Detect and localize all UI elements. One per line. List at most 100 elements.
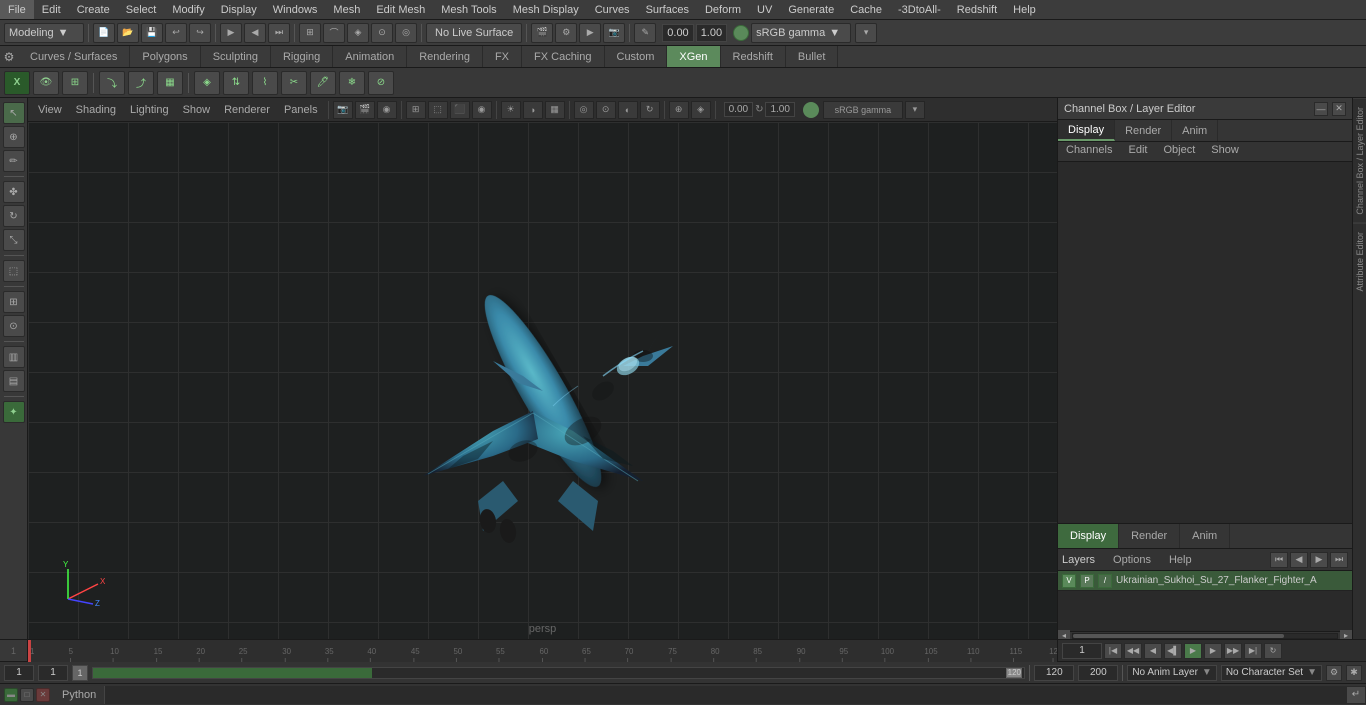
menu-select[interactable]: Select: [118, 0, 165, 19]
xgen-extra1[interactable]: ⊘: [368, 71, 394, 95]
vp-texture-btn[interactable]: ▦: [545, 101, 565, 119]
frame-start-input[interactable]: [4, 665, 34, 681]
win-close-btn[interactable]: ✕: [36, 688, 50, 702]
menu-generate[interactable]: Generate: [780, 0, 842, 19]
xgen-groom-btn[interactable]: ⇅: [223, 71, 249, 95]
menu-surfaces[interactable]: Surfaces: [638, 0, 697, 19]
tl-next-key-btn[interactable]: ▶▶: [1224, 643, 1242, 659]
tab-render[interactable]: Render: [1115, 120, 1172, 141]
menu-file[interactable]: File: [0, 0, 34, 19]
mode-dropdown[interactable]: Modeling ▼: [4, 23, 84, 43]
rotate-btn[interactable]: ↻: [3, 205, 25, 227]
tl-loop-btn[interactable]: ↻: [1264, 643, 1282, 659]
scroll-left-btn[interactable]: ◂: [1058, 630, 1070, 640]
layer-next-next-btn[interactable]: ⏭: [1330, 552, 1348, 568]
python-input[interactable]: [104, 686, 1346, 704]
new-scene-btn[interactable]: 📄: [93, 23, 115, 43]
scroll-track[interactable]: [1072, 633, 1338, 639]
ch-menu-show[interactable]: Show: [1203, 142, 1247, 161]
save-scene-btn[interactable]: 💾: [141, 23, 163, 43]
frame-marker-btn[interactable]: 1: [72, 665, 88, 681]
vp-depth-btn[interactable]: ⊙: [596, 101, 616, 119]
side-tab-channel-box[interactable]: Channel Box / Layer Editor: [1353, 98, 1366, 223]
menu-edit-mesh[interactable]: Edit Mesh: [368, 0, 433, 19]
menu-deform[interactable]: Deform: [697, 0, 749, 19]
vp-light-btn[interactable]: ☀: [501, 101, 521, 119]
vp-menu-lighting[interactable]: Lighting: [124, 102, 175, 118]
tl-prev-key-btn[interactable]: ◀◀: [1124, 643, 1142, 659]
vp-menu-show[interactable]: Show: [177, 102, 217, 118]
cb-close-btn[interactable]: ✕: [1332, 102, 1346, 116]
layer-p-btn-1[interactable]: P: [1080, 574, 1094, 588]
ch-menu-channels[interactable]: Channels: [1058, 142, 1120, 161]
tab-fx-caching[interactable]: FX Caching: [522, 46, 604, 67]
tab-fx[interactable]: FX: [483, 46, 522, 67]
tl-next-btn[interactable]: ▶: [1204, 643, 1222, 659]
side-tab-attr-editor[interactable]: Attribute Editor: [1353, 223, 1366, 300]
menu-redshift[interactable]: Redshift: [949, 0, 1005, 19]
layer2-btn[interactable]: ▤: [3, 370, 25, 392]
char-set-dropdown[interactable]: No Character Set ▼: [1221, 665, 1322, 681]
xgen-preview-btn[interactable]: ▦: [157, 71, 183, 95]
layer-vp-btn-1[interactable]: V: [1062, 574, 1076, 588]
menu-mesh-display[interactable]: Mesh Display: [505, 0, 587, 19]
layer1-btn[interactable]: ▥: [3, 346, 25, 368]
menu-edit[interactable]: Edit: [34, 0, 69, 19]
xgen-mask-btn[interactable]: ◈: [194, 71, 220, 95]
char-set-extra-btn[interactable]: ✱: [1346, 665, 1362, 681]
xgen-eye-btn[interactable]: 👁: [33, 71, 59, 95]
render-seq-btn[interactable]: ▶: [579, 23, 601, 43]
vp-cam2-btn[interactable]: 🎬: [355, 101, 375, 119]
menu-mesh-tools[interactable]: Mesh Tools: [433, 0, 504, 19]
tab-display[interactable]: Display: [1058, 120, 1115, 141]
win-minimize-btn[interactable]: ▬: [4, 688, 18, 702]
snap-grid-btn[interactable]: ⊞: [299, 23, 321, 43]
menu-curves[interactable]: Curves: [587, 0, 638, 19]
vp-grid-btn[interactable]: ⊞: [406, 101, 426, 119]
tab-sculpting[interactable]: Sculpting: [201, 46, 271, 67]
vp-menu-renderer[interactable]: Renderer: [218, 102, 276, 118]
layer-next-btn[interactable]: ▶: [1310, 552, 1328, 568]
layer-slash-btn-1[interactable]: /: [1098, 574, 1112, 588]
layer-prev-btn[interactable]: ◀: [1290, 552, 1308, 568]
menu-modify[interactable]: Modify: [164, 0, 212, 19]
snap-curve-btn[interactable]: ⌒: [323, 23, 345, 43]
vp-aa-btn[interactable]: ◎: [574, 101, 594, 119]
paint-btn[interactable]: ✏: [3, 150, 25, 172]
char-set-settings-btn[interactable]: ⚙: [1326, 665, 1342, 681]
vp-cam3-btn[interactable]: ◉: [377, 101, 397, 119]
scroll-right-btn[interactable]: ▸: [1340, 630, 1352, 640]
xgen-active-btn[interactable]: ✦: [3, 401, 25, 423]
vp-cam-btn[interactable]: 📷: [333, 101, 353, 119]
vp-menu-shading[interactable]: Shading: [70, 102, 122, 118]
menu-uv[interactable]: UV: [749, 0, 780, 19]
tab-rigging[interactable]: Rigging: [271, 46, 333, 67]
open-scene-btn[interactable]: 📂: [117, 23, 139, 43]
win-maximize-btn[interactable]: □: [20, 688, 34, 702]
layer-tab-display[interactable]: Display: [1058, 524, 1119, 548]
vp-shadow-btn[interactable]: ◑: [523, 101, 543, 119]
range-track[interactable]: 120: [92, 667, 1025, 679]
scale-btn[interactable]: ⤡: [3, 229, 25, 251]
tab-redshift[interactable]: Redshift: [721, 46, 786, 67]
layer-tab-render[interactable]: Render: [1119, 524, 1180, 548]
play-back-btn[interactable]: ◀: [244, 23, 266, 43]
live-surface-btn[interactable]: No Live Surface: [426, 23, 522, 43]
play-fwd-btn[interactable]: ▶: [220, 23, 242, 43]
tab-curves-surfaces[interactable]: Curves / Surfaces: [18, 46, 130, 67]
tab-polygons[interactable]: Polygons: [130, 46, 200, 67]
view-btn[interactable]: ⊙: [3, 315, 25, 337]
tab-animation[interactable]: Animation: [333, 46, 407, 67]
xgen-layer-btn[interactable]: ⊞: [62, 71, 88, 95]
current-frame-display[interactable]: 1: [1062, 643, 1102, 659]
select-tool-btn[interactable]: ↖: [3, 102, 25, 124]
vp-ssao-btn[interactable]: ↻: [640, 101, 660, 119]
frame-current-input[interactable]: [38, 665, 68, 681]
tab-custom[interactable]: Custom: [605, 46, 668, 67]
xgen-comb-btn[interactable]: ⌇: [252, 71, 278, 95]
range-end-input[interactable]: [1034, 665, 1074, 681]
ch-menu-object[interactable]: Object: [1155, 142, 1203, 161]
redo-btn[interactable]: ↪: [189, 23, 211, 43]
input-line-btn[interactable]: ✎: [634, 23, 656, 43]
vp-menu-view[interactable]: View: [32, 102, 68, 118]
